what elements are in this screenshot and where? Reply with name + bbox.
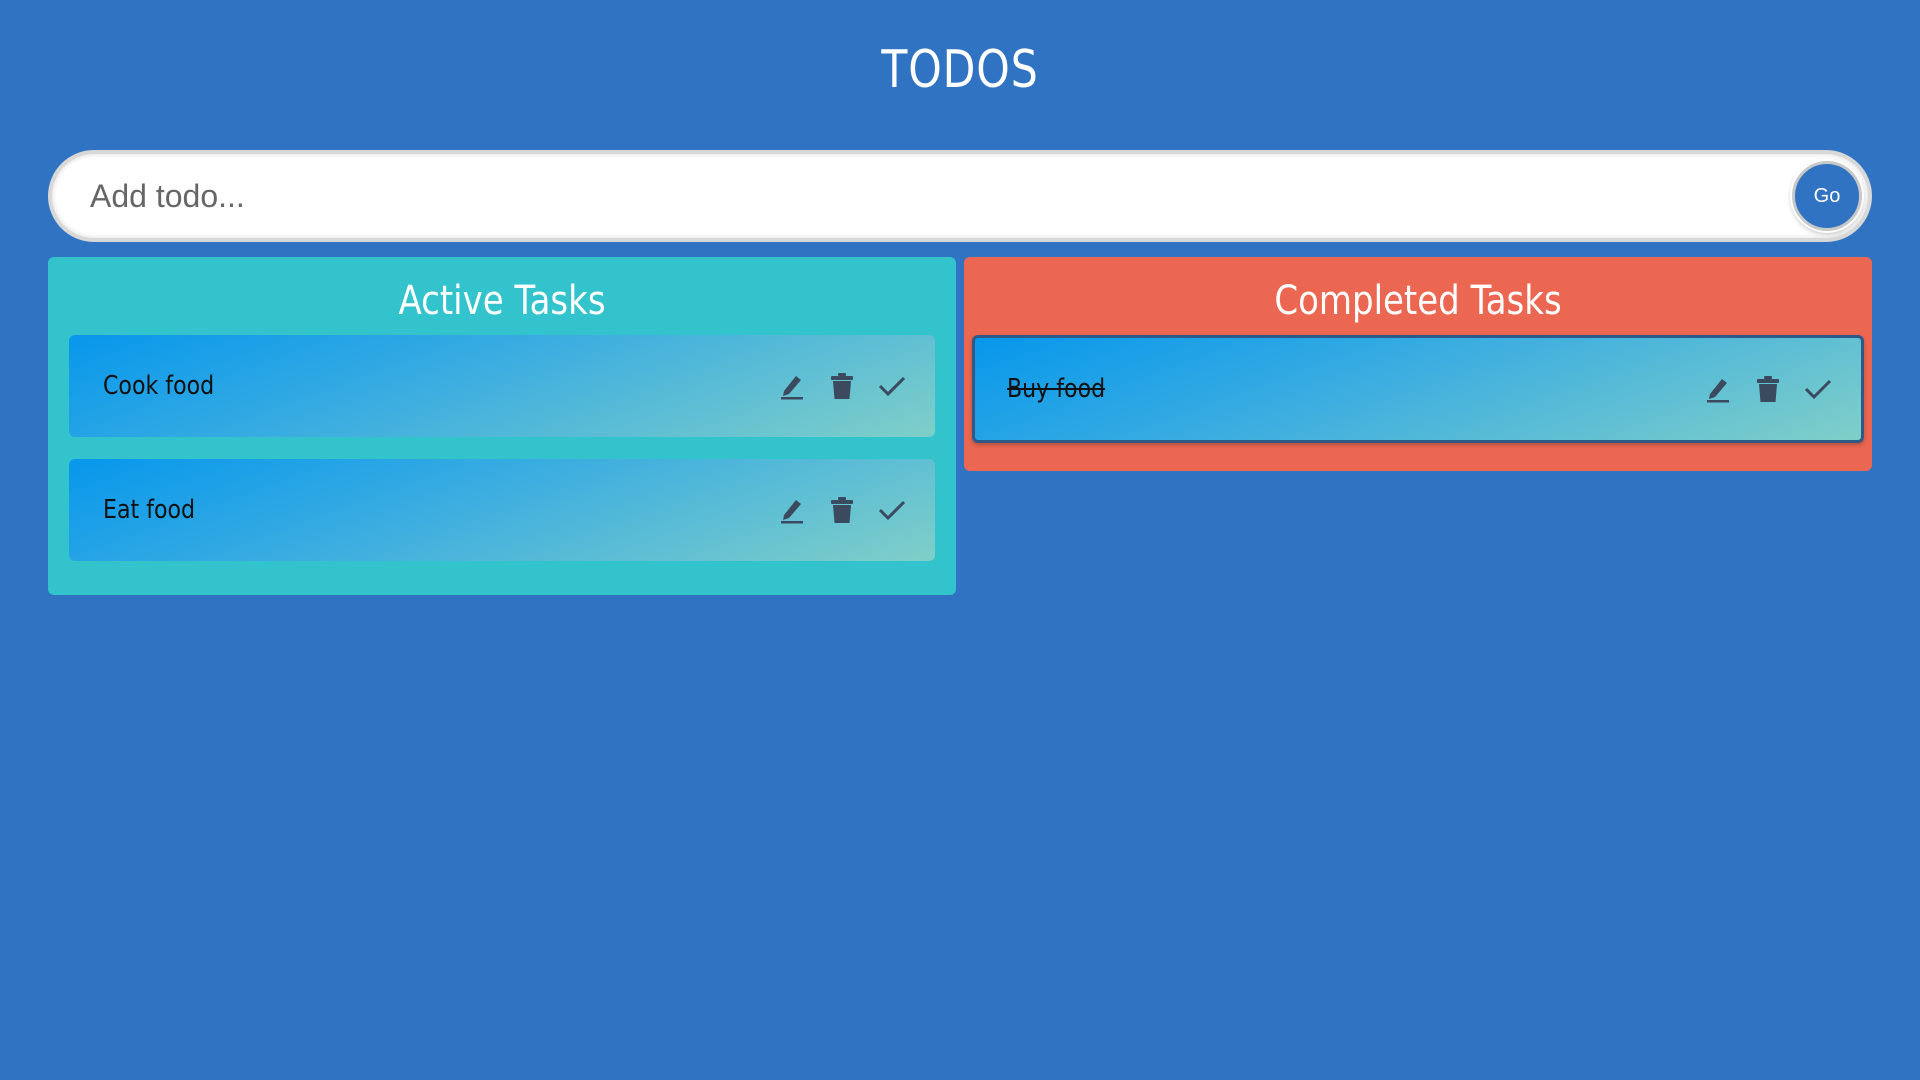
pencil-icon[interactable] — [1703, 373, 1733, 405]
task-item: Buy food — [972, 335, 1864, 443]
add-todo-input[interactable] — [52, 154, 1792, 238]
checkmark-icon[interactable] — [877, 370, 907, 402]
task-item: Eat food — [69, 459, 935, 561]
trash-icon[interactable] — [827, 494, 857, 526]
completed-tasks-title: Completed Tasks — [1274, 278, 1562, 324]
pencil-icon[interactable] — [777, 370, 807, 402]
pencil-icon[interactable] — [777, 494, 807, 526]
completed-tasks-panel: Completed Tasks Buy food — [964, 257, 1872, 471]
active-tasks-title: Active Tasks — [398, 278, 606, 324]
go-button[interactable]: Go — [1792, 161, 1862, 231]
task-label: Cook food — [103, 371, 215, 401]
trash-icon[interactable] — [827, 370, 857, 402]
checkmark-icon[interactable] — [1803, 373, 1833, 405]
active-tasks-panel: Active Tasks Cook food Eat food — [48, 257, 956, 595]
page-title: TODOS — [881, 40, 1039, 100]
task-label: Eat food — [103, 495, 196, 525]
trash-icon[interactable] — [1753, 373, 1783, 405]
add-todo-form: Go — [48, 150, 1872, 242]
task-item: Cook food — [69, 335, 935, 437]
checkmark-icon[interactable] — [877, 494, 907, 526]
task-label: Buy food — [1007, 374, 1106, 404]
